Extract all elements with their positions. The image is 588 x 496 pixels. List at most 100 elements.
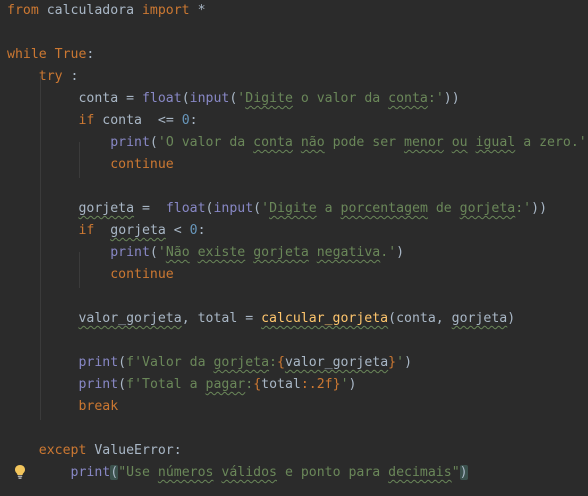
code-token: calculadora: [38, 3, 142, 18]
code-token: gorjeta: [459, 201, 516, 216]
code-line[interactable]: break: [7, 396, 118, 418]
code-token: import: [141, 3, 190, 18]
code-token: ): [348, 377, 357, 392]
code-line[interactable]: except ValueError:: [7, 440, 182, 462]
code-token: try: [38, 69, 63, 84]
code-token: valor_gorjeta: [284, 355, 389, 370]
code-token: :: [269, 355, 277, 370]
code-token: continue: [110, 157, 174, 172]
code-line[interactable]: continue: [7, 264, 174, 286]
code-token: ): [507, 311, 516, 326]
code-line[interactable]: if conta <= 0:: [7, 110, 197, 132]
code-token: }: [388, 355, 397, 370]
code-token: válidos: [221, 465, 277, 480]
code-line[interactable]: print("Use números válidos e ponto para …: [7, 462, 468, 484]
code-token: a zero.': [515, 135, 587, 150]
code-token: (: [149, 135, 158, 150]
code-token: igual: [475, 135, 516, 150]
code-token: "Use: [118, 465, 158, 480]
code-token: existe: [197, 245, 246, 260]
code-token: porcentagem: [340, 201, 428, 216]
code-token: Digite: [269, 201, 317, 216]
code-token: float: [141, 91, 182, 106]
code-line[interactable]: print('O valor da conta não pode ser men…: [7, 132, 588, 154]
code-token: decimais: [388, 465, 452, 480]
code-token: gorjeta: [78, 201, 135, 216]
code-line[interactable]: try :: [7, 66, 79, 88]
code-line[interactable]: print(f'Valor da gorjeta:{valor_gorjeta}…: [7, 352, 412, 374]
code-token: ): [459, 465, 468, 480]
code-token: (: [118, 377, 127, 392]
code-token: (: [253, 201, 262, 216]
code-line[interactable]: conta = float(input('Digite o valor da c…: [7, 88, 460, 110]
code-token: print: [110, 245, 150, 260]
code-token: :': [427, 91, 444, 106]
code-token: :: [86, 47, 95, 62]
code-token: 'O valor da: [157, 135, 254, 150]
code-token: a: [316, 201, 341, 216]
code-token: ValueError:: [86, 443, 182, 458]
code-token: )): [443, 91, 460, 106]
code-token: (: [110, 465, 119, 480]
code-token: (: [149, 245, 158, 260]
code-token: conta =: [7, 91, 142, 106]
code-token: :: [245, 377, 254, 392]
code-line[interactable]: continue: [7, 154, 174, 176]
code-token: if: [78, 113, 95, 128]
code-token: ': [157, 245, 166, 260]
code-token: print: [78, 377, 119, 392]
code-token: de: [427, 201, 460, 216]
code-line[interactable]: valor_gorjeta, total = calcular_gorjeta(…: [7, 308, 515, 330]
code-token: {: [277, 355, 285, 370]
code-line[interactable]: while True:: [7, 44, 94, 66]
code-token: e ponto para: [277, 465, 389, 480]
code-token: print: [70, 465, 111, 480]
code-token: print: [110, 135, 150, 150]
code-token: 0: [189, 223, 198, 238]
code-token: menor: [404, 135, 444, 150]
code-token: f'Valor da: [126, 355, 214, 370]
code-token: ': [396, 355, 405, 370]
code-line[interactable]: if gorjeta < 0:: [7, 220, 206, 242]
lightbulb-icon[interactable]: [14, 464, 26, 480]
code-editor[interactable]: from calculadora import * while True: try…: [0, 0, 588, 496]
code-line[interactable]: print(f'Total a pagar:{total:.2f}'): [7, 374, 356, 396]
code-token: (: [181, 91, 190, 106]
code-token: 0: [181, 113, 190, 128]
code-token: não: [300, 135, 325, 150]
code-token: gorjeta: [451, 311, 508, 326]
code-token: <: [165, 223, 190, 238]
code-token: :: [197, 223, 206, 238]
code-token: .': [380, 245, 397, 260]
code-token: input: [213, 201, 254, 216]
code-token: input: [189, 91, 230, 106]
code-token: gorjeta: [110, 223, 166, 238]
code-token: {: [253, 377, 262, 392]
code-token: while: [7, 47, 47, 62]
code-line[interactable]: gorjeta = float(input('Digite a porcenta…: [7, 198, 547, 220]
code-token: números: [157, 465, 214, 480]
code-line[interactable]: print('Não existe gorjeta negativa.'): [7, 242, 404, 264]
code-token: pagar: [205, 377, 246, 392]
code-token: total: [261, 377, 301, 392]
code-line[interactable]: from calculadora import *: [7, 0, 206, 22]
code-token: conta: [388, 91, 428, 106]
code-token: break: [78, 399, 119, 414]
code-token: o valor da: [292, 91, 389, 106]
code-token: conta <=: [94, 113, 182, 128]
